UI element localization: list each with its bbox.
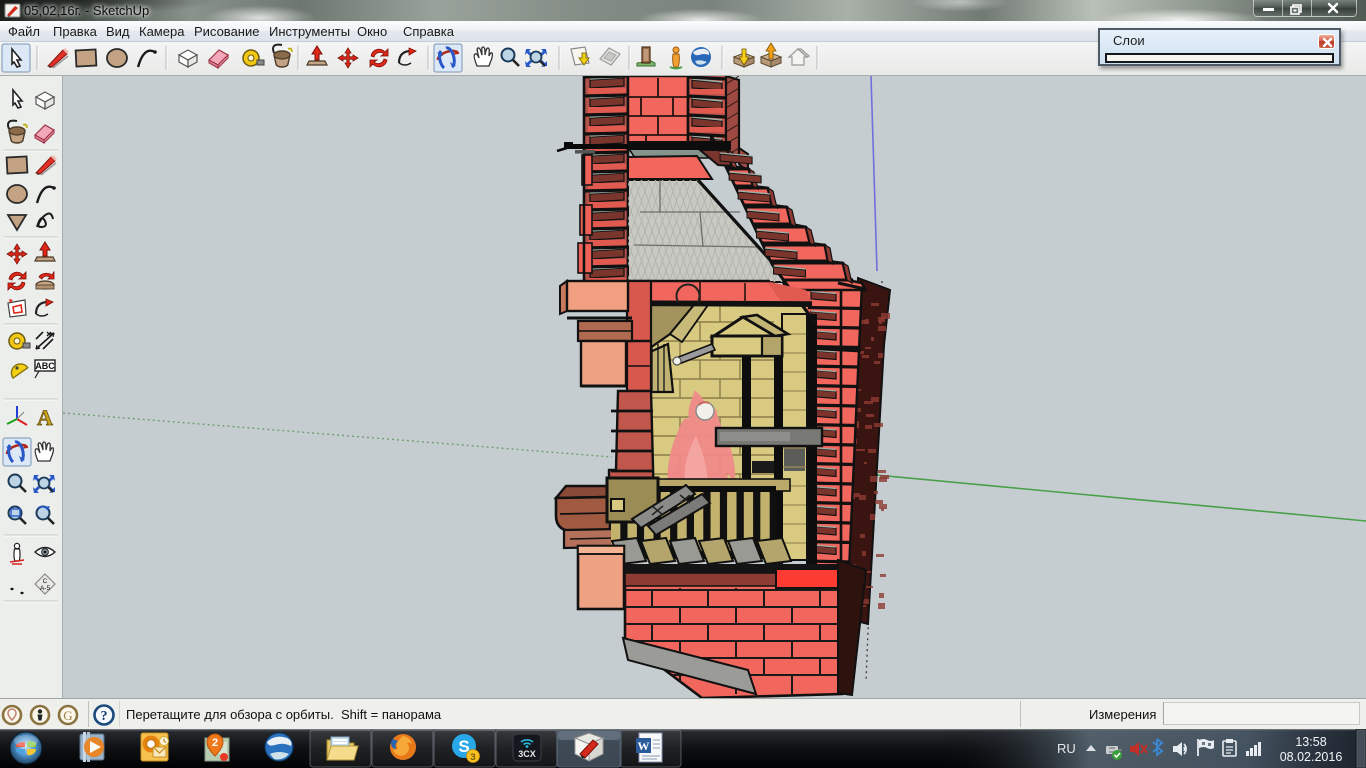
- svg-text:C: C: [43, 578, 48, 585]
- svg-text:ABC: ABC: [35, 361, 55, 371]
- svg-text:?: ?: [101, 709, 108, 724]
- svg-text:3: 3: [470, 752, 475, 763]
- svg-text:A-5: A-5: [40, 585, 51, 592]
- svg-text:RU: RU: [1057, 741, 1076, 756]
- svg-text:08.02.2016: 08.02.2016: [1280, 750, 1343, 764]
- svg-text:G: G: [63, 708, 72, 723]
- svg-text:2: 2: [212, 737, 218, 749]
- svg-text:3CX: 3CX: [518, 749, 536, 759]
- svg-text:A: A: [37, 405, 53, 430]
- svg-text:13:58: 13:58: [1295, 735, 1326, 749]
- svg-text:W: W: [638, 739, 650, 753]
